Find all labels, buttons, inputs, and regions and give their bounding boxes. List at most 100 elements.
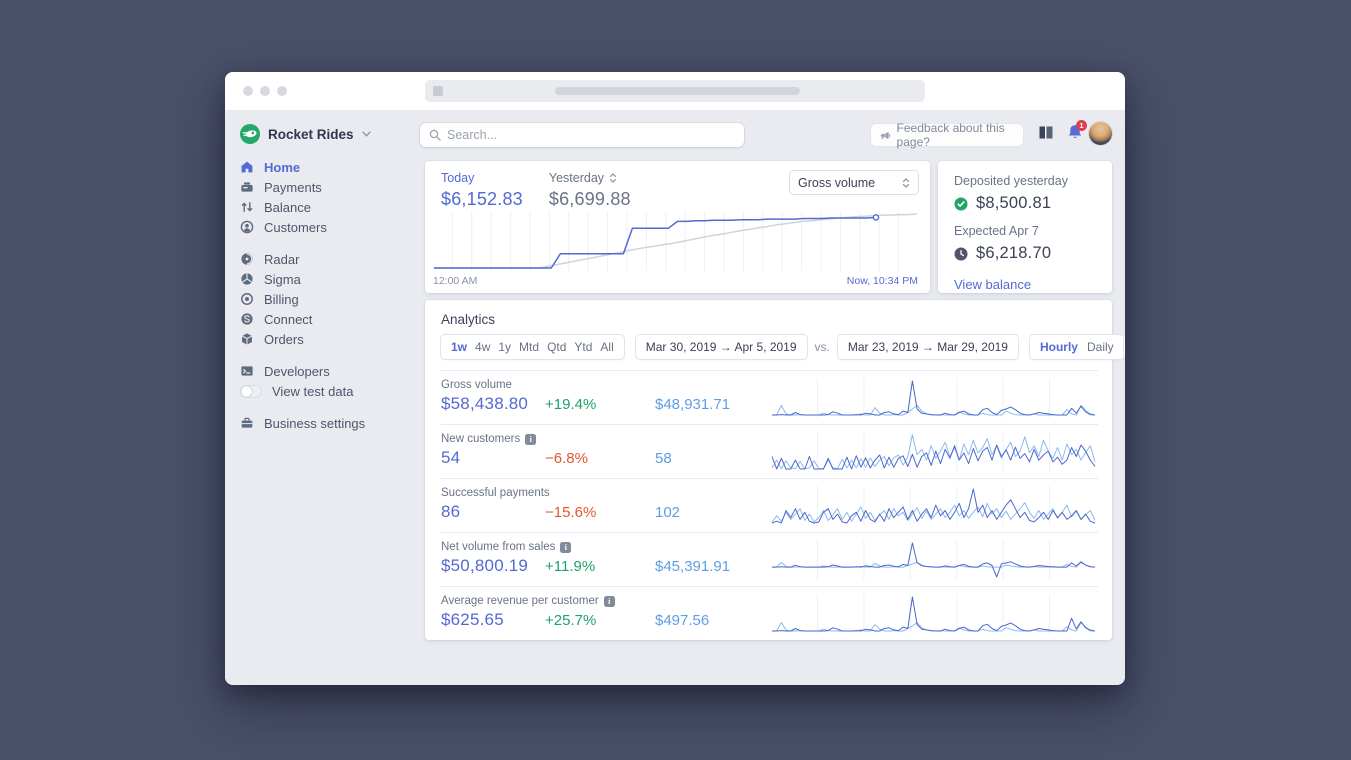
metric-value: $625.65 (441, 610, 504, 629)
metric-compare: $497.56 (655, 612, 710, 629)
range-option-qtd[interactable]: Qtd (547, 340, 566, 354)
range-option-all[interactable]: All (600, 340, 613, 354)
sidebar-item-view-test-data[interactable]: View test data (240, 381, 412, 401)
test-data-toggle[interactable] (240, 384, 262, 398)
today-value: $6,152.83 (441, 189, 523, 209)
feedback-button[interactable]: Feedback about this page? (871, 121, 1023, 149)
successful-payments-sparkline (771, 486, 1096, 526)
metric-change: −15.6% (545, 504, 597, 521)
yesterday-label: Yesterday (548, 171, 605, 185)
customize-button[interactable]: ⚙ Customize (1123, 335, 1125, 359)
range-option-1y[interactable]: 1y (498, 340, 511, 354)
metric-row-new-customers[interactable]: New customers i 54 −6.8% 58 (441, 424, 1098, 478)
search-box[interactable] (420, 123, 744, 147)
select-chevrons-icon (902, 177, 910, 188)
view-balance-link[interactable]: View balance (954, 277, 1031, 292)
metric-value: 86 (441, 502, 461, 521)
feedback-label: Feedback about this page? (896, 121, 1005, 149)
info-icon[interactable]: i (525, 433, 537, 445)
dashboard-app: Rocket Rides Feedback about this page? (225, 110, 1125, 685)
url-text-placeholder (555, 87, 800, 95)
orders-icon (240, 332, 254, 346)
radar-icon (240, 252, 254, 266)
date-range-button[interactable]: Mar 30, 2019 → Apr 5, 2019 (635, 335, 807, 359)
book-icon (1039, 126, 1053, 139)
range-option-4w[interactable]: 4w (475, 340, 490, 354)
sigma-icon (240, 272, 254, 286)
metric-change: +25.7% (545, 612, 597, 629)
sidebar-item-developers[interactable]: Developers (240, 361, 412, 381)
range-segmented-control: 1w 4w 1y Mtd Qtd Ytd All (441, 335, 624, 359)
metric-compare: 58 (655, 450, 672, 467)
window-zoom-button[interactable] (277, 86, 287, 96)
metric-compare: $45,391.91 (655, 558, 731, 575)
clock-icon (954, 247, 968, 260)
sort-arrows-icon[interactable] (609, 172, 617, 184)
megaphone-icon (880, 131, 891, 139)
deposits-card: Deposited yesterday $8,500.81 Expected A… (938, 161, 1112, 293)
sidebar-item-balance[interactable]: Balance (240, 197, 412, 217)
new-customers-sparkline (771, 432, 1096, 472)
metric-compare: $48,931.71 (655, 396, 731, 413)
range-option-mtd[interactable]: Mtd (519, 340, 539, 354)
analytics-filters: 1w 4w 1y Mtd Qtd Ytd All Mar 30, 2019 → … (441, 335, 1125, 359)
favicon-placeholder (433, 86, 443, 96)
expected-label: Expected Apr 7 (954, 224, 1039, 238)
metric-row-successful-payments[interactable]: Successful payments 86 −15.6% 102 (441, 478, 1098, 532)
vs-label: vs. (814, 340, 830, 354)
sidebar-item-billing[interactable]: Billing (240, 289, 412, 309)
sidebar-item-connect[interactable]: Connect (240, 309, 412, 329)
account-name: Rocket Rides (268, 126, 354, 142)
payments-icon (240, 180, 254, 194)
window-minimize-button[interactable] (260, 86, 270, 96)
deposited-value: $8,500.81 (976, 194, 1052, 212)
docs-button[interactable] (1038, 125, 1054, 145)
sidebar-item-sigma[interactable]: Sigma (240, 269, 412, 289)
metric-change: −6.8% (545, 450, 588, 467)
chart-now-time: Now, 10:34 PM (846, 275, 918, 287)
net-volume-sparkline (771, 540, 1096, 580)
granularity-daily[interactable]: Daily (1087, 340, 1114, 354)
user-avatar[interactable] (1089, 122, 1112, 145)
briefcase-icon (240, 416, 254, 430)
metric-row-gross-volume[interactable]: Gross volume $58,438.80 +19.4% $48,931.7… (441, 370, 1098, 424)
account-switcher[interactable]: Rocket Rides (240, 123, 371, 145)
sidebar: Home Payments Balance Customers Radar Si… (240, 157, 412, 433)
granularity-hourly[interactable]: Hourly (1040, 340, 1078, 354)
sidebar-item-payments[interactable]: Payments (240, 177, 412, 197)
yesterday-value: $6,699.88 (548, 189, 631, 209)
metric-change: +19.4% (545, 396, 597, 413)
sidebar-item-orders[interactable]: Orders (240, 329, 412, 349)
balance-icon (240, 200, 254, 214)
url-bar[interactable] (425, 80, 925, 102)
metric-compare: 102 (655, 504, 681, 521)
expected-value: $6,218.70 (976, 244, 1052, 262)
metric-select[interactable]: Gross volume (790, 171, 918, 194)
sidebar-item-radar[interactable]: Radar (240, 249, 412, 269)
metric-row-net-volume[interactable]: Net volume from sales i $50,800.19 +11.9%… (441, 532, 1098, 586)
range-option-ytd[interactable]: Ytd (574, 340, 592, 354)
info-icon[interactable]: i (603, 595, 615, 607)
search-icon (429, 129, 441, 141)
notifications-button[interactable]: 1 (1067, 120, 1087, 146)
chevron-down-icon (361, 131, 371, 137)
sidebar-item-customers[interactable]: Customers (240, 217, 412, 237)
browser-window: Rocket Rides Feedback about this page? (225, 72, 1125, 685)
analytics-card: Analytics 1w 4w 1y Mtd Qtd Ytd All Mar 3… (425, 300, 1125, 640)
sidebar-item-business-settings[interactable]: Business settings (240, 413, 412, 433)
window-close-button[interactable] (243, 86, 253, 96)
metric-row-average-revenue[interactable]: Average revenue per customer i $625.65 +2… (441, 586, 1098, 640)
rocket-rides-logo-icon (240, 124, 260, 144)
today-label: Today (441, 171, 475, 185)
developers-icon (240, 364, 254, 378)
search-input[interactable] (447, 128, 735, 142)
deposited-label: Deposited yesterday (954, 174, 1068, 188)
metric-select-value: Gross volume (798, 175, 876, 190)
average-revenue-sparkline (771, 594, 1096, 634)
yesterday-metric: Yesterday $6,699.88 (549, 171, 631, 210)
range-option-1w[interactable]: 1w (451, 340, 467, 354)
info-icon[interactable]: i (560, 541, 572, 553)
customers-icon (240, 220, 254, 234)
compare-range-button[interactable]: Mar 23, 2019 → Mar 29, 2019 (837, 335, 1018, 359)
sidebar-item-home[interactable]: Home (240, 157, 412, 177)
